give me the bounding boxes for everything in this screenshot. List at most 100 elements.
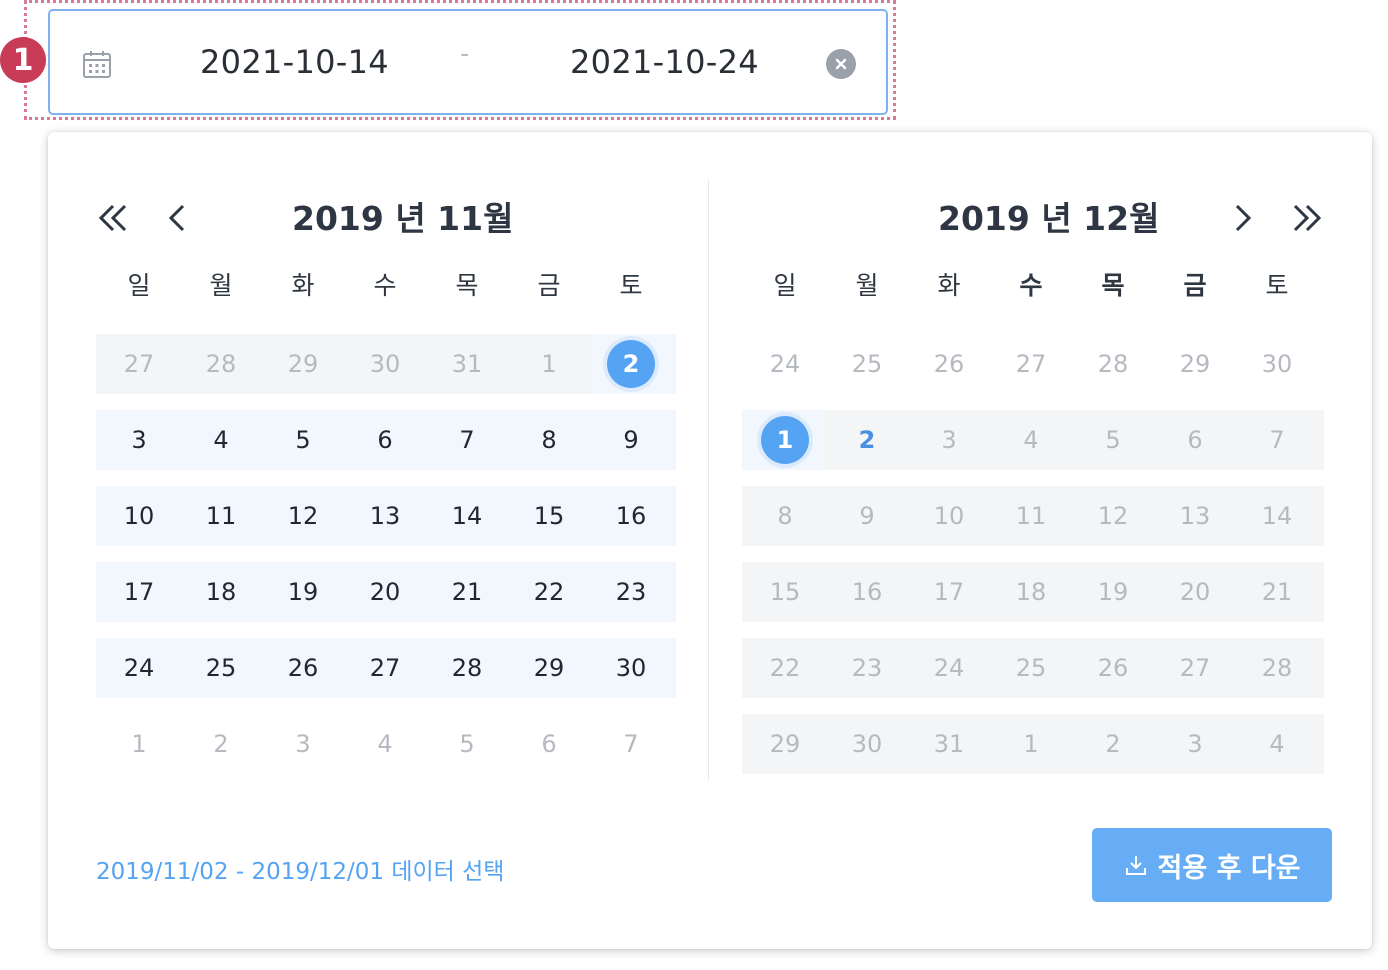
day-cell[interactable]: 28: [1247, 638, 1307, 698]
selected-day-cell[interactable]: 1: [755, 410, 815, 470]
day-cell[interactable]: 19: [273, 562, 333, 622]
day-cell[interactable]: 15: [755, 562, 815, 622]
day-cell[interactable]: 2: [1083, 714, 1143, 774]
day-cell[interactable]: 30: [1247, 334, 1307, 394]
day-cell[interactable]: 1: [1001, 714, 1061, 774]
day-cell[interactable]: 31: [919, 714, 979, 774]
day-cell[interactable]: 5: [273, 410, 333, 470]
start-date-field[interactable]: 2021-10-14: [200, 43, 389, 81]
day-cell[interactable]: 29: [519, 638, 579, 698]
day-cell[interactable]: 27: [1001, 334, 1061, 394]
day-cell[interactable]: 30: [355, 334, 415, 394]
day-cell[interactable]: 9: [601, 410, 661, 470]
day-cell[interactable]: 10: [919, 486, 979, 546]
day-cell[interactable]: 6: [1165, 410, 1225, 470]
day-cell[interactable]: 24: [919, 638, 979, 698]
next-year-button[interactable]: [1286, 198, 1326, 238]
day-cell[interactable]: 19: [1083, 562, 1143, 622]
day-cell[interactable]: 27: [355, 638, 415, 698]
day-cell[interactable]: 9: [837, 486, 897, 546]
day-cell[interactable]: 12: [1083, 486, 1143, 546]
day-cell[interactable]: 14: [1247, 486, 1307, 546]
day-cell[interactable]: 21: [437, 562, 497, 622]
day-cell[interactable]: 2: [837, 410, 897, 470]
day-cell[interactable]: 18: [191, 562, 251, 622]
day-cell[interactable]: 20: [355, 562, 415, 622]
day-cell[interactable]: 1: [109, 714, 169, 774]
day-cell[interactable]: 30: [601, 638, 661, 698]
day-cell[interactable]: 16: [837, 562, 897, 622]
day-cell[interactable]: 12: [273, 486, 333, 546]
end-date-field[interactable]: 2021-10-24: [570, 43, 759, 81]
prev-month-button[interactable]: [158, 198, 198, 238]
day-cell[interactable]: 25: [191, 638, 251, 698]
day-cell[interactable]: 23: [601, 562, 661, 622]
next-month-button[interactable]: [1222, 198, 1262, 238]
day-label: 27: [1015, 350, 1047, 378]
day-cell[interactable]: 22: [519, 562, 579, 622]
range-row-highlight: [96, 334, 592, 394]
selected-day-cell[interactable]: 2: [601, 334, 661, 394]
day-cell[interactable]: 26: [1083, 638, 1143, 698]
day-cell[interactable]: 17: [109, 562, 169, 622]
prev-year-button[interactable]: [94, 198, 134, 238]
calendar-icon: [83, 51, 111, 78]
day-cell[interactable]: 29: [273, 334, 333, 394]
date-range-input[interactable]: 2021-10-14 - 2021-10-24: [48, 9, 888, 115]
day-label: 12: [1097, 502, 1129, 530]
day-cell[interactable]: 8: [519, 410, 579, 470]
day-cell[interactable]: 29: [1165, 334, 1225, 394]
day-cell[interactable]: 17: [919, 562, 979, 622]
day-cell[interactable]: 20: [1165, 562, 1225, 622]
day-cell[interactable]: 13: [1165, 486, 1225, 546]
day-cell[interactable]: 28: [1083, 334, 1143, 394]
day-cell[interactable]: 3: [273, 714, 333, 774]
day-cell[interactable]: 16: [601, 486, 661, 546]
day-cell[interactable]: 4: [1247, 714, 1307, 774]
day-cell[interactable]: 3: [1165, 714, 1225, 774]
day-cell[interactable]: 22: [755, 638, 815, 698]
day-cell[interactable]: 30: [837, 714, 897, 774]
day-cell[interactable]: 7: [1247, 410, 1307, 470]
day-cell[interactable]: 3: [919, 410, 979, 470]
day-cell[interactable]: 14: [437, 486, 497, 546]
clear-button[interactable]: [826, 49, 856, 79]
day-cell[interactable]: 21: [1247, 562, 1307, 622]
day-cell[interactable]: 26: [919, 334, 979, 394]
day-cell[interactable]: 11: [191, 486, 251, 546]
day-cell[interactable]: 27: [109, 334, 169, 394]
day-cell[interactable]: 7: [601, 714, 661, 774]
day-label: 3: [295, 730, 311, 758]
day-cell[interactable]: 1: [519, 334, 579, 394]
day-cell[interactable]: 4: [191, 410, 251, 470]
day-cell[interactable]: 6: [355, 410, 415, 470]
day-cell[interactable]: 4: [1001, 410, 1061, 470]
day-cell[interactable]: 5: [1083, 410, 1143, 470]
day-cell[interactable]: 29: [755, 714, 815, 774]
day-cell[interactable]: 7: [437, 410, 497, 470]
day-cell[interactable]: 6: [519, 714, 579, 774]
day-cell[interactable]: 24: [109, 638, 169, 698]
day-cell[interactable]: 10: [109, 486, 169, 546]
day-cell[interactable]: 25: [1001, 638, 1061, 698]
day-cell[interactable]: 24: [755, 334, 815, 394]
day-cell[interactable]: 2: [191, 714, 251, 774]
day-cell[interactable]: 31: [437, 334, 497, 394]
day-cell[interactable]: 18: [1001, 562, 1061, 622]
day-cell[interactable]: 25: [837, 334, 897, 394]
day-cell[interactable]: 5: [437, 714, 497, 774]
day-cell[interactable]: 3: [109, 410, 169, 470]
apply-download-button[interactable]: 적용 후 다운: [1092, 828, 1332, 902]
day-label: 28: [1097, 350, 1129, 378]
day-cell[interactable]: 4: [355, 714, 415, 774]
day-cell[interactable]: 28: [191, 334, 251, 394]
day-cell[interactable]: 15: [519, 486, 579, 546]
day-cell[interactable]: 8: [755, 486, 815, 546]
day-cell[interactable]: 13: [355, 486, 415, 546]
day-label: 1: [131, 730, 147, 758]
day-cell[interactable]: 26: [273, 638, 333, 698]
day-cell[interactable]: 23: [837, 638, 897, 698]
day-cell[interactable]: 11: [1001, 486, 1061, 546]
day-cell[interactable]: 28: [437, 638, 497, 698]
day-cell[interactable]: 27: [1165, 638, 1225, 698]
